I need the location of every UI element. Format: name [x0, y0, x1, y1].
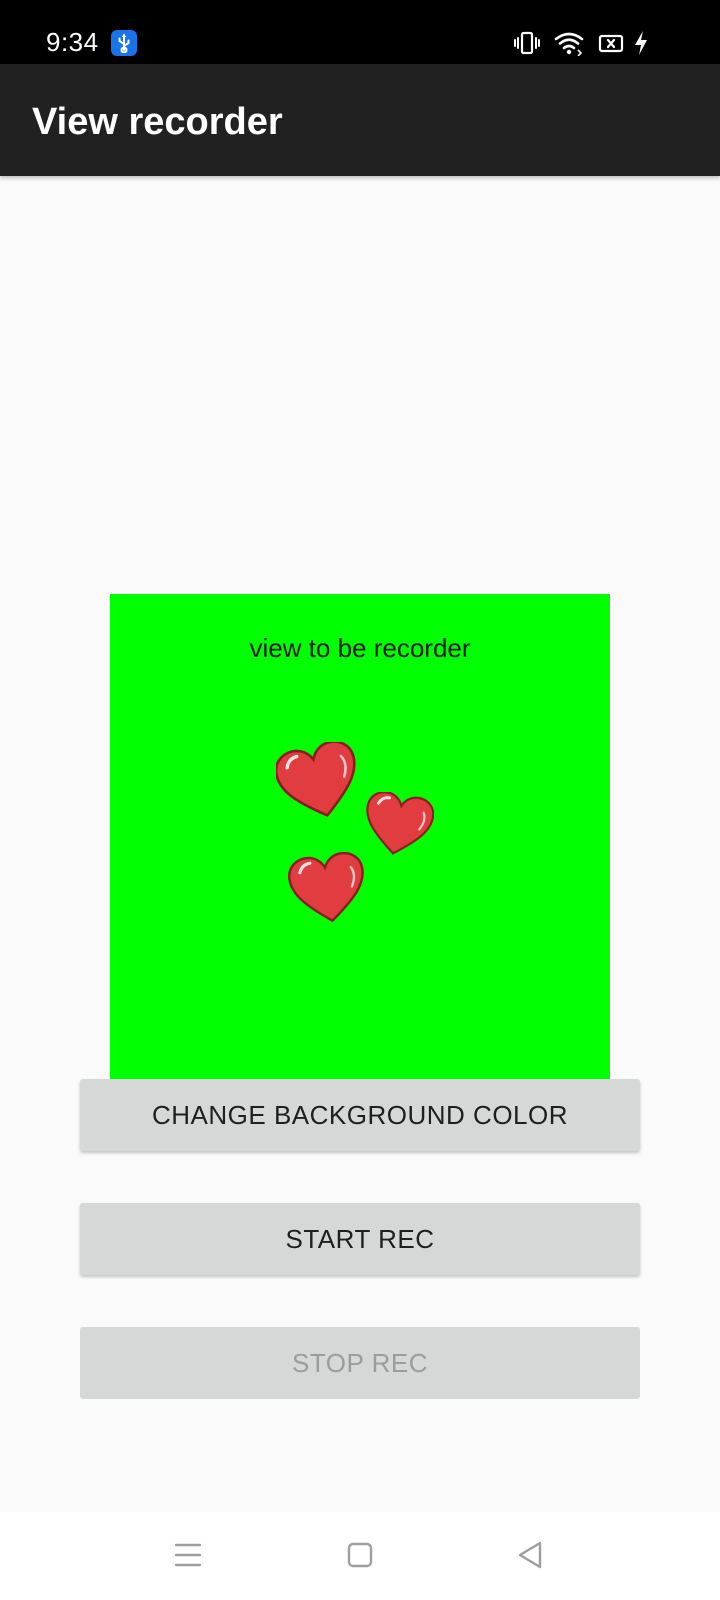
app-title: View recorder [32, 101, 283, 143]
wifi-icon [554, 30, 584, 61]
heart-icon [276, 742, 356, 817]
usb-icon [111, 30, 137, 56]
status-bar: 9:34 [0, 0, 720, 64]
app-bar: View recorder [0, 64, 720, 176]
home-icon[interactable] [346, 1540, 374, 1575]
back-icon[interactable] [516, 1540, 544, 1575]
charging-icon [632, 30, 650, 61]
screen-record-icon [598, 30, 624, 61]
status-time: 9:34 [46, 27, 99, 57]
heart-icon [366, 792, 434, 855]
heart-icon [288, 852, 364, 923]
stop-rec-button: STOP REC [80, 1327, 640, 1399]
recorded-view: view to be recorder [110, 594, 610, 1079]
start-rec-button[interactable]: START REC [80, 1203, 640, 1275]
navigation-bar [0, 1512, 720, 1600]
recorded-view-caption: view to be recorder [249, 633, 471, 663]
menu-icon[interactable] [174, 1540, 202, 1575]
change-background-color-button[interactable]: CHANGE BACKGROUND COLOR [80, 1079, 640, 1151]
vibrate-icon [514, 30, 540, 61]
